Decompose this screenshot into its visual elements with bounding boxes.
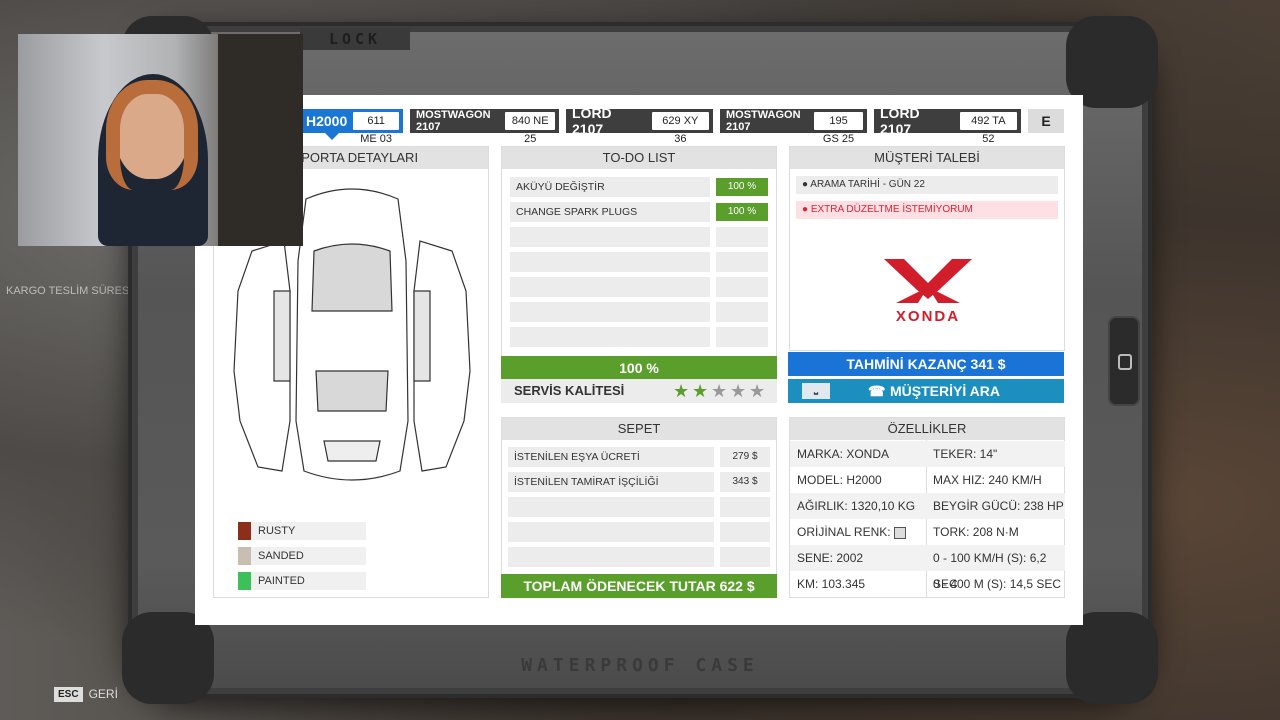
customer-note: ● ARAMA TARİHİ - GÜN 22	[796, 176, 1058, 194]
basket-item-value: 279 $	[720, 447, 770, 467]
vehicle-tab[interactable]: H2000 611 ME 03	[300, 109, 403, 145]
spec-km: KM: 103.345	[797, 577, 866, 591]
tablet-brand: LOCK	[300, 28, 410, 50]
star-icon: ★	[711, 381, 728, 401]
specs-panel: ÖZELLİKLER MARKA: XONDA MODEL: H2000 AĞI…	[789, 417, 1065, 598]
spec-horsepower: BEYGİR GÜCÜ: 238 HP	[926, 493, 1065, 519]
spec-torque: TORK: 208 N·M	[933, 525, 1019, 539]
todo-item: AKÜYÜ DEĞİŞTİR	[516, 181, 605, 193]
spec-year: SENE: 2002	[790, 545, 926, 571]
tablet-screen: H2000 611 ME 03 MOSTWAGON 2107 840 NE 25…	[195, 95, 1083, 625]
rear-window	[315, 370, 389, 412]
spec-weight: AĞIRLIK: 1320,10 KG	[790, 493, 926, 519]
customer-request-panel: MÜŞTERİ TALEBİ ● ARAMA TARİHİ - GÜN 22 ●…	[789, 146, 1065, 351]
todo-item-progress: 100 %	[716, 203, 768, 221]
phone-icon: ☎	[868, 383, 886, 399]
spec-original-color: ORİJİNAL RENK:	[790, 519, 926, 545]
webcam-overlay	[18, 34, 303, 246]
vehicle-tab[interactable]: MOSTWAGON 2107 840 NE 25	[410, 109, 559, 145]
basket-item: İSTENİLEN TAMİRAT İŞÇİLİĞİ	[514, 476, 659, 488]
vehicle-tab[interactable]: LORD 2107 629 XY 36	[566, 105, 713, 145]
star-icon: ★	[749, 381, 766, 401]
legend-sanded: SANDED	[238, 547, 366, 565]
basket-item-value: 343 $	[720, 472, 770, 492]
todo-item: CHANGE SPARK PLUGS	[516, 206, 638, 218]
legend-painted: PAINTED	[238, 572, 366, 590]
spec-acceleration-100: 0 - 100 KM/H (S): 6,2 SEC	[926, 545, 1065, 591]
xonda-logo: XONDA	[884, 259, 972, 325]
car-body-top	[295, 188, 409, 481]
todo-panel: TO-DO LIST AKÜYÜ DEĞİŞTİR 100 % CHANGE S…	[501, 146, 777, 382]
estimated-earnings: TAHMİNİ KAZANÇ 341 $	[788, 352, 1064, 376]
spec-brand: MARKA: XONDA	[790, 441, 926, 467]
next-tab-button[interactable]: E	[1028, 109, 1064, 133]
basket-panel: SEPET İSTENİLEN EŞYA ÜCRETİ 279 $ İSTENİ…	[501, 417, 777, 598]
todo-total-progress: 100 %	[501, 356, 777, 380]
esc-key-icon: ESC	[54, 686, 83, 702]
spec-tire: TEKER: 14"	[926, 441, 1065, 467]
windshield	[311, 243, 393, 312]
basket-total: TOPLAM ÖDENECEK TUTAR 622 $	[501, 574, 777, 598]
panel-title: MÜŞTERİ TALEBİ	[790, 147, 1064, 169]
star-icon: ★	[692, 381, 709, 401]
tablet-home-button[interactable]	[1108, 316, 1140, 406]
panel-title: ÖZELLİKLER	[790, 418, 1064, 440]
star-icon: ★	[673, 381, 690, 401]
panel-title: TO-DO LIST	[502, 147, 776, 169]
spec-model: MODEL: H2000	[797, 473, 882, 487]
spec-acceleration-400: 0 - 400 M (S): 14,5 SEC	[933, 577, 1062, 591]
active-tab-pointer	[325, 133, 339, 140]
vehicle-tab[interactable]: LORD 2107 492 TA 52	[874, 105, 1021, 145]
customer-note-warning: ● EXTRA DÜZELTME İSTEMİYORUM	[796, 201, 1058, 219]
back-hint[interactable]: ESC GERİ	[54, 685, 118, 703]
spec-max-speed: MAX HIZ: 240 KM/H	[933, 473, 1042, 487]
todo-item-progress: 100 %	[716, 178, 768, 196]
panel-title: SEPET	[502, 418, 776, 440]
case-label: WATERPROOF CASE	[521, 655, 759, 676]
service-quality-row: SERVİS KALİTESİ ★ ★ ★ ★ ★	[501, 379, 777, 403]
call-customer-button[interactable]: ⎵ ☎ MÜŞTERİYİ ARA	[788, 379, 1064, 403]
svg-text:XONDA: XONDA	[896, 308, 960, 325]
basket-item: İSTENİLEN EŞYA ÜCRETİ	[514, 451, 640, 463]
space-key-icon: ⎵	[802, 383, 830, 399]
legend-rusty: RUSTY	[238, 522, 366, 540]
vehicle-tabs: H2000 611 ME 03 MOSTWAGON 2107 840 NE 25…	[300, 105, 1064, 145]
back-label: GERİ	[88, 687, 118, 701]
color-swatch	[893, 526, 906, 539]
service-quality-label: SERVİS KALİTESİ	[514, 383, 625, 398]
vehicle-tab[interactable]: MOSTWAGON 2107 195 GS 25	[720, 109, 867, 145]
star-icon: ★	[730, 381, 747, 401]
home-icon	[1118, 354, 1132, 370]
